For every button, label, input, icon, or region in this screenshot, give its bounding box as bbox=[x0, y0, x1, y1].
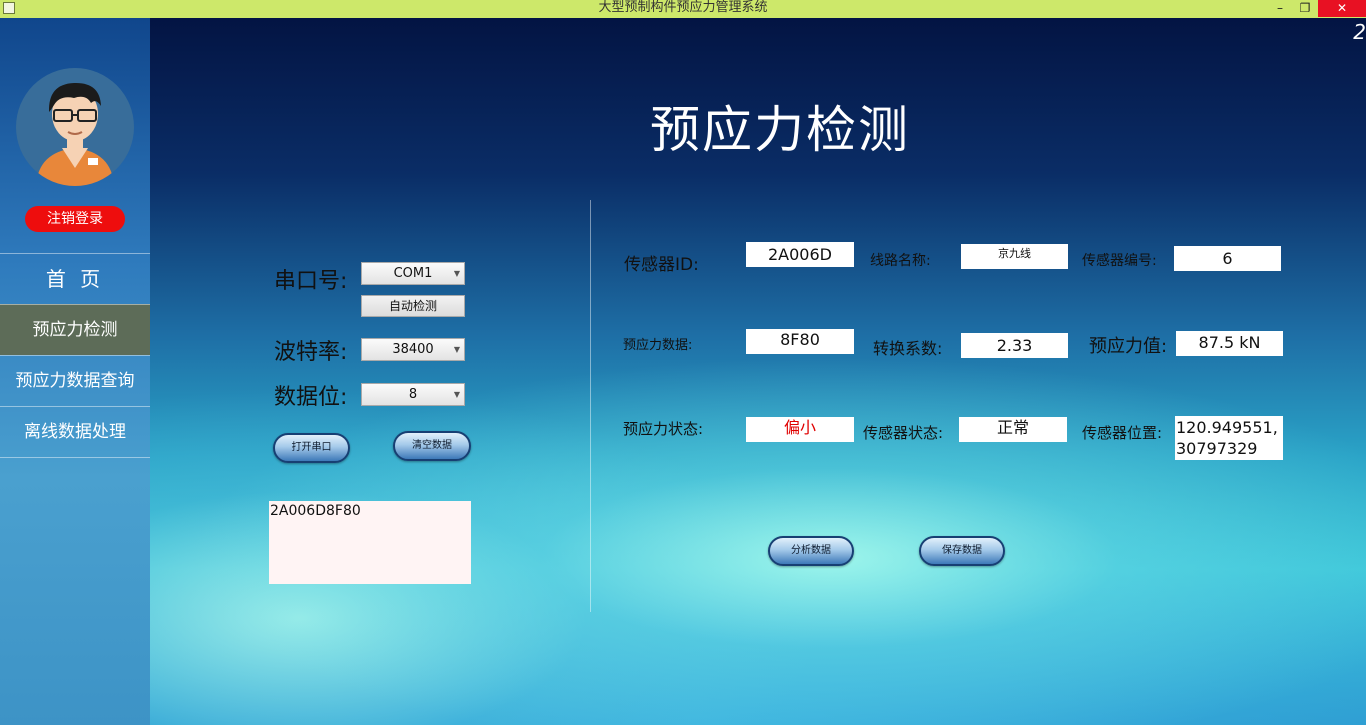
baud-label: 波特率: bbox=[274, 340, 348, 365]
port-select-value: COM1 bbox=[393, 266, 433, 281]
baud-select-value: 38400 bbox=[392, 342, 434, 357]
sensor-status-label: 传感器状态: bbox=[863, 424, 944, 442]
prestress-data-field[interactable]: 8F80 bbox=[746, 329, 854, 354]
open-port-button[interactable]: 打开串口 bbox=[273, 433, 350, 463]
databits-label: 数据位: bbox=[274, 385, 348, 410]
page-title: 预应力检测 bbox=[650, 101, 910, 159]
analyze-data-button[interactable]: 分析数据 bbox=[768, 536, 854, 566]
nav-divider bbox=[0, 457, 150, 458]
databits-select[interactable]: 8 ▼ bbox=[361, 383, 465, 406]
main-panel: 2 预应力检测 串口号: COM1 ▼ 自动检测 波特率: 38400 ▼ 数据… bbox=[150, 18, 1366, 725]
avatar bbox=[16, 68, 134, 186]
conversion-field[interactable]: 2.33 bbox=[961, 333, 1068, 358]
line-name-field[interactable]: 京九线 bbox=[961, 244, 1068, 269]
sidebar-nav: 首 页 预应力检测 预应力数据查询 离线数据处理 bbox=[0, 253, 150, 458]
auto-detect-button[interactable]: 自动检测 bbox=[361, 295, 465, 317]
logout-button[interactable]: 注销登录 bbox=[25, 206, 125, 232]
nav-item-offline-processing[interactable]: 离线数据处理 bbox=[0, 406, 150, 457]
save-data-button[interactable]: 保存数据 bbox=[919, 536, 1005, 566]
vertical-divider bbox=[590, 200, 591, 612]
prestress-status-label: 预应力状态: bbox=[623, 420, 704, 438]
chevron-down-icon: ▼ bbox=[453, 345, 460, 354]
sensor-id-label: 传感器ID: bbox=[624, 255, 699, 275]
window-title: 大型预制构件预应力管理系统 bbox=[598, 0, 768, 15]
databits-select-value: 8 bbox=[408, 387, 418, 402]
sensor-position-label: 传感器位置: bbox=[1082, 424, 1163, 442]
line-name-label: 线路名称: bbox=[870, 253, 931, 269]
maximize-button[interactable]: ❐ bbox=[1293, 0, 1317, 17]
prestress-data-label: 预应力数据: bbox=[623, 338, 693, 353]
sensor-id-field[interactable]: 2A006D bbox=[746, 242, 854, 267]
chevron-down-icon: ▼ bbox=[453, 269, 460, 278]
chevron-down-icon: ▼ bbox=[453, 390, 460, 399]
prestress-value-label: 预应力值: bbox=[1089, 336, 1168, 357]
nav-item-prestress-detection[interactable]: 预应力检测 bbox=[0, 304, 150, 355]
close-button[interactable]: ✕ bbox=[1318, 0, 1366, 17]
sensor-status-field[interactable]: 正常 bbox=[959, 417, 1067, 442]
user-avatar-icon bbox=[36, 82, 114, 186]
received-data-box[interactable]: 2A006D8F80 bbox=[269, 501, 471, 584]
sensor-position-lat: 30797329 bbox=[1176, 439, 1258, 458]
sensor-no-field[interactable]: 6 bbox=[1174, 246, 1281, 271]
corner-text: 2 bbox=[1353, 20, 1366, 44]
clear-data-button[interactable]: 清空数据 bbox=[393, 431, 471, 461]
port-label: 串口号: bbox=[274, 269, 348, 294]
title-bar: 大型预制构件预应力管理系统 – ❐ ✕ bbox=[0, 0, 1366, 18]
sidebar: 注销登录 首 页 预应力检测 预应力数据查询 离线数据处理 bbox=[0, 18, 150, 725]
sensor-no-label: 传感器编号: bbox=[1082, 253, 1157, 269]
sensor-position-field[interactable]: 120.949551, 30797329 bbox=[1175, 416, 1283, 460]
port-select[interactable]: COM1 ▼ bbox=[361, 262, 465, 285]
nav-item-prestress-query[interactable]: 预应力数据查询 bbox=[0, 355, 150, 406]
nav-item-home[interactable]: 首 页 bbox=[0, 253, 150, 304]
conversion-label: 转换系数: bbox=[873, 339, 943, 358]
prestress-status-field[interactable]: 偏小 bbox=[746, 417, 854, 442]
sensor-position-lon: 120.949551, bbox=[1176, 418, 1278, 437]
baud-select[interactable]: 38400 ▼ bbox=[361, 338, 465, 361]
minimize-button[interactable]: – bbox=[1268, 0, 1292, 17]
prestress-value-field[interactable]: 87.5 kN bbox=[1176, 331, 1283, 356]
